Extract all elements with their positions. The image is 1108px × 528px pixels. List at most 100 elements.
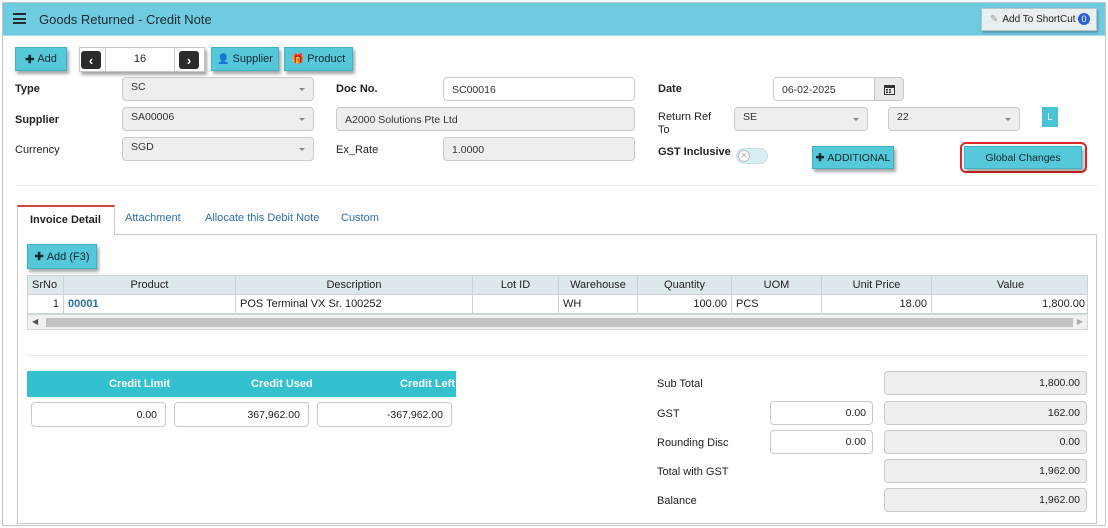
col-quantity[interactable]: Quantity (638, 276, 732, 294)
type-select[interactable]: SC (122, 77, 314, 101)
gst-rate-input[interactable]: 0.00 (770, 401, 873, 425)
col-description[interactable]: Description (236, 276, 473, 294)
plus-icon: ✚ (815, 151, 825, 164)
type-label: Type (15, 83, 40, 95)
section-divider (17, 185, 1097, 186)
exrate-label: Ex_Rate (336, 144, 379, 156)
rounding-disc-input[interactable]: 0.00 (770, 430, 873, 454)
shortcut-count-badge: 0 (1078, 13, 1090, 25)
type-value: SC (131, 81, 146, 93)
cell-product-link[interactable]: 00001 (64, 295, 236, 313)
return-ref-number-select[interactable]: 22 (888, 107, 1020, 131)
gst-inclusive-label: GST Inclusive (658, 146, 731, 158)
dropdown-arrow-icon (299, 88, 305, 91)
supplier-name-field: A2000 Solutions Pte Ltd (336, 107, 635, 131)
cell-lot-id[interactable] (473, 295, 559, 313)
rounding-disc-field: 0.00 (884, 430, 1087, 454)
add-button[interactable]: ✚ Add (15, 47, 67, 71)
lookup-button[interactable]: L (1042, 107, 1058, 127)
tab-custom[interactable]: Custom (329, 205, 391, 235)
col-value[interactable]: Value (932, 276, 1089, 294)
gst-inclusive-toggle[interactable]: ✕ (736, 148, 768, 164)
table-row[interactable]: 1 00001 POS Terminal VX Sr. 100252 WH 10… (27, 295, 1088, 314)
credit-left-field: -367,962.00 (317, 402, 452, 427)
product-button[interactable]: 🎁 Product (284, 47, 353, 71)
pencil-icon: ✎ (990, 14, 999, 25)
credit-limit-field: 0.00 (31, 402, 166, 427)
col-product[interactable]: Product (64, 276, 236, 294)
exrate-field: 1.0000 (443, 137, 635, 161)
record-number-input[interactable]: 16 (105, 47, 175, 72)
cell-value[interactable]: 1,800.00 (932, 295, 1089, 313)
supplier-select[interactable]: SA00006 (122, 107, 314, 131)
currency-select[interactable]: SGD (122, 137, 314, 161)
scroll-left-icon[interactable]: ◀ (32, 317, 38, 326)
supplier-value: SA00006 (131, 111, 175, 123)
add-line-button[interactable]: ✚ Add (F3) (27, 244, 97, 269)
cell-description[interactable]: POS Terminal VX Sr. 100252 (236, 295, 473, 313)
return-ref-label-line2: To (658, 124, 670, 136)
dropdown-arrow-icon (853, 118, 859, 121)
cell-uom[interactable]: PCS (732, 295, 822, 313)
rounding-disc-label: Rounding Disc (657, 437, 729, 449)
dropdown-arrow-icon (299, 118, 305, 121)
credit-header: Credit Limit Credit Used Credit Left (27, 371, 456, 397)
tab-attachment[interactable]: Attachment (113, 205, 193, 235)
gst-amount-field: 162.00 (884, 401, 1087, 425)
col-unit-price[interactable]: Unit Price (822, 276, 932, 294)
section-divider (27, 355, 1088, 356)
add-to-shortcut-button[interactable]: ✎ Add To ShortCut 0 (981, 8, 1097, 31)
supplier-button[interactable]: 👤 Supplier (211, 47, 279, 71)
cell-srno: 1 (28, 295, 64, 313)
add-line-label: Add (F3) (46, 250, 90, 263)
grid-header: SrNo Product Description Lot ID Warehous… (27, 275, 1088, 295)
gift-icon: 🎁 (291, 53, 305, 65)
docno-input[interactable]: SC00016 (443, 77, 635, 101)
supplier-label: Supplier (15, 114, 60, 126)
scrollbar-thumb[interactable] (46, 318, 1073, 327)
date-label: Date (658, 83, 682, 95)
previous-record-icon[interactable]: ‹ (81, 51, 101, 69)
toggle-x-icon: ✕ (738, 150, 750, 162)
return-ref-type-select[interactable]: SE (734, 107, 868, 131)
col-lot-id[interactable]: Lot ID (473, 276, 559, 294)
horizontal-scrollbar[interactable]: ◀ ▶ (27, 314, 1088, 330)
cell-unit-price[interactable]: 18.00 (822, 295, 932, 313)
tab-allocate-debit-note[interactable]: Allocate this Debit Note (193, 205, 331, 235)
return-ref-label-line1: Return Ref (658, 111, 712, 123)
gst-label: GST (657, 408, 680, 420)
col-srno[interactable]: SrNo (28, 276, 64, 294)
product-button-label: Product (307, 53, 346, 65)
tab-invoice-detail[interactable]: Invoice Detail (17, 205, 115, 235)
next-record-icon[interactable]: › (179, 51, 199, 69)
add-button-label: Add (37, 53, 57, 65)
add-to-shortcut-label: Add To ShortCut (1002, 14, 1076, 25)
credit-used-field: 367,962.00 (174, 402, 309, 427)
cell-warehouse[interactable]: WH (559, 295, 638, 313)
col-uom[interactable]: UOM (732, 276, 822, 294)
currency-value: SGD (131, 141, 154, 153)
col-warehouse[interactable]: Warehouse (559, 276, 638, 294)
plus-icon: ✚ (25, 53, 35, 66)
page-title: Goods Returned - Credit Note (39, 12, 212, 27)
credit-left-label: Credit Left (400, 378, 455, 390)
hamburger-menu-icon[interactable] (13, 13, 26, 24)
scroll-right-icon[interactable]: ▶ (1077, 317, 1083, 326)
app-window: Goods Returned - Credit Note ✎ Add To Sh… (2, 2, 1106, 526)
return-ref-label: Return Ref To (658, 111, 711, 137)
calendar-icon[interactable] (874, 77, 904, 101)
currency-label: Currency (15, 144, 60, 156)
dropdown-arrow-icon (1005, 118, 1011, 121)
date-input[interactable]: 06-02-2025 (773, 77, 875, 101)
cell-quantity[interactable]: 100.00 (638, 295, 732, 313)
global-changes-button[interactable]: Global Changes (964, 146, 1082, 169)
subtotal-field: 1,800.00 (884, 371, 1087, 395)
balance-label: Balance (657, 495, 697, 507)
user-icon: 👤 (217, 53, 230, 65)
credit-used-label: Credit Used (251, 378, 313, 390)
docno-label: Doc No. (336, 83, 378, 95)
credit-limit-label: Credit Limit (109, 378, 171, 390)
return-ref-type-value: SE (743, 111, 758, 123)
global-changes-label: Global Changes (985, 151, 1061, 164)
additional-button[interactable]: ✚ ADDITIONAL (812, 146, 894, 169)
